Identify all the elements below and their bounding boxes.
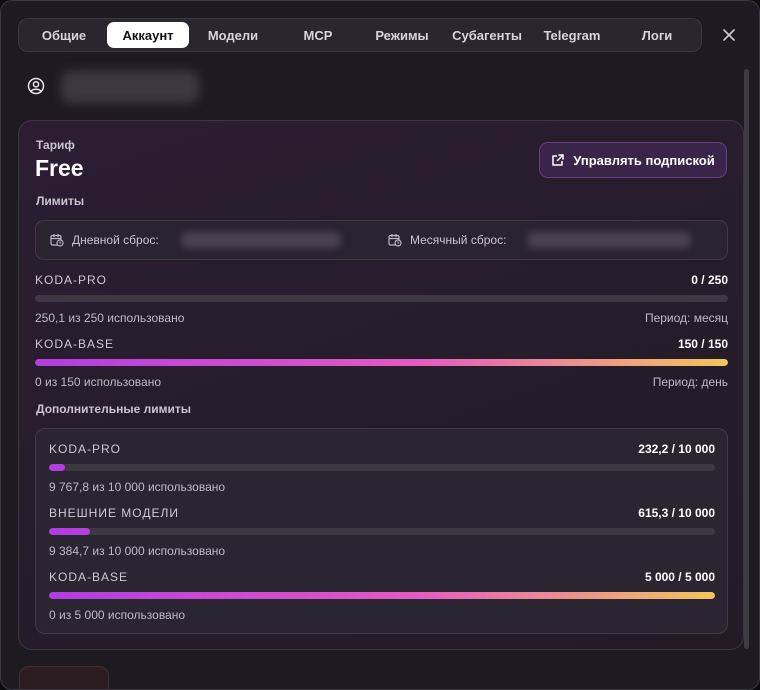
plan-name: Free (35, 155, 84, 181)
next-section-button[interactable] (19, 666, 109, 689)
limit-progress-fill (49, 528, 91, 535)
scrollbar[interactable] (744, 69, 749, 649)
manage-subscription-label: Управлять подпиской (573, 152, 715, 168)
limit-progress-track (49, 464, 715, 471)
limit-count: 0 / 250 (691, 273, 728, 287)
tab-subagents[interactable]: Субагенты (445, 22, 529, 48)
tab-account[interactable]: Аккаунт (107, 22, 189, 48)
manage-subscription-button[interactable]: Управлять подпиской (539, 142, 727, 178)
daily-reset-value-redacted (182, 232, 340, 248)
limit-name: KODA-PRO (35, 273, 108, 287)
limit-progress-fill (49, 464, 65, 471)
limit-progress-track (49, 528, 715, 535)
limit-name: KODA-BASE (35, 337, 115, 351)
limit-progress-fill (49, 592, 715, 599)
limit-usage: 250,1 из 250 использовано (35, 311, 185, 325)
close-icon (723, 29, 735, 41)
daily-reset: Дневной сброс: (50, 233, 159, 247)
extra-limits-title: Дополнительные лимиты (36, 402, 191, 416)
limit-progress-track (35, 295, 728, 302)
plan-card: Тариф Free Управлять подпиской Лимиты Дн… (18, 120, 744, 650)
calendar-clock-icon (50, 234, 64, 247)
limit-count: 232,2 / 10 000 (638, 442, 715, 456)
monthly-reset: Месячный сброс: (388, 233, 506, 247)
limit-name: KODA-PRO (49, 442, 122, 456)
user-circle-icon (27, 77, 45, 95)
calendar-clock-icon (388, 234, 402, 247)
limit-usage: 0 из 5 000 использовано (49, 608, 186, 622)
limit-period: Период: день (652, 375, 728, 389)
limit-progress-track (35, 359, 728, 366)
extra-limits-box: KODA-PRO 232,2 / 10 000 9 767,8 из 10 00… (35, 428, 728, 634)
limit-count: 5 000 / 5 000 (644, 570, 715, 584)
limit-count: 615,3 / 10 000 (638, 506, 715, 520)
limit-name: ВНЕШНИЕ МОДЕЛИ (49, 506, 179, 520)
limit-period: Период: месяц (644, 311, 728, 325)
limit-name: KODA-BASE (49, 570, 129, 584)
tab-telegram[interactable]: Telegram (531, 22, 613, 48)
monthly-reset-label: Месячный сброс: (410, 233, 507, 247)
plan-label: Тариф (36, 138, 75, 152)
settings-window: Общие Аккаунт Модели MCP Режимы Субагент… (0, 0, 760, 690)
tab-modes[interactable]: Режимы (361, 22, 443, 48)
settings-tabs: Общие Аккаунт Модели MCP Режимы Субагент… (18, 18, 702, 52)
tab-logs[interactable]: Логи (615, 22, 699, 48)
daily-reset-label: Дневной сброс: (72, 233, 159, 247)
close-button[interactable] (717, 23, 741, 47)
external-link-icon (552, 154, 565, 166)
limit-usage: 9 767,8 из 10 000 использовано (49, 480, 226, 494)
monthly-reset-value-redacted (528, 232, 690, 248)
limits-title: Лимиты (36, 194, 85, 208)
tab-general[interactable]: Общие (23, 22, 105, 48)
account-name-redacted (61, 71, 199, 103)
limit-count: 150 / 150 (677, 337, 728, 351)
limit-usage: 9 384,7 из 10 000 использовано (49, 544, 226, 558)
reset-info: Дневной сброс: Месячный сброс: (35, 220, 728, 260)
tab-models[interactable]: Модели (191, 22, 275, 48)
limit-usage: 0 из 150 использовано (35, 375, 162, 389)
limit-progress-track (49, 592, 715, 599)
limit-progress-fill (35, 359, 728, 366)
tab-mcp[interactable]: MCP (277, 22, 359, 48)
